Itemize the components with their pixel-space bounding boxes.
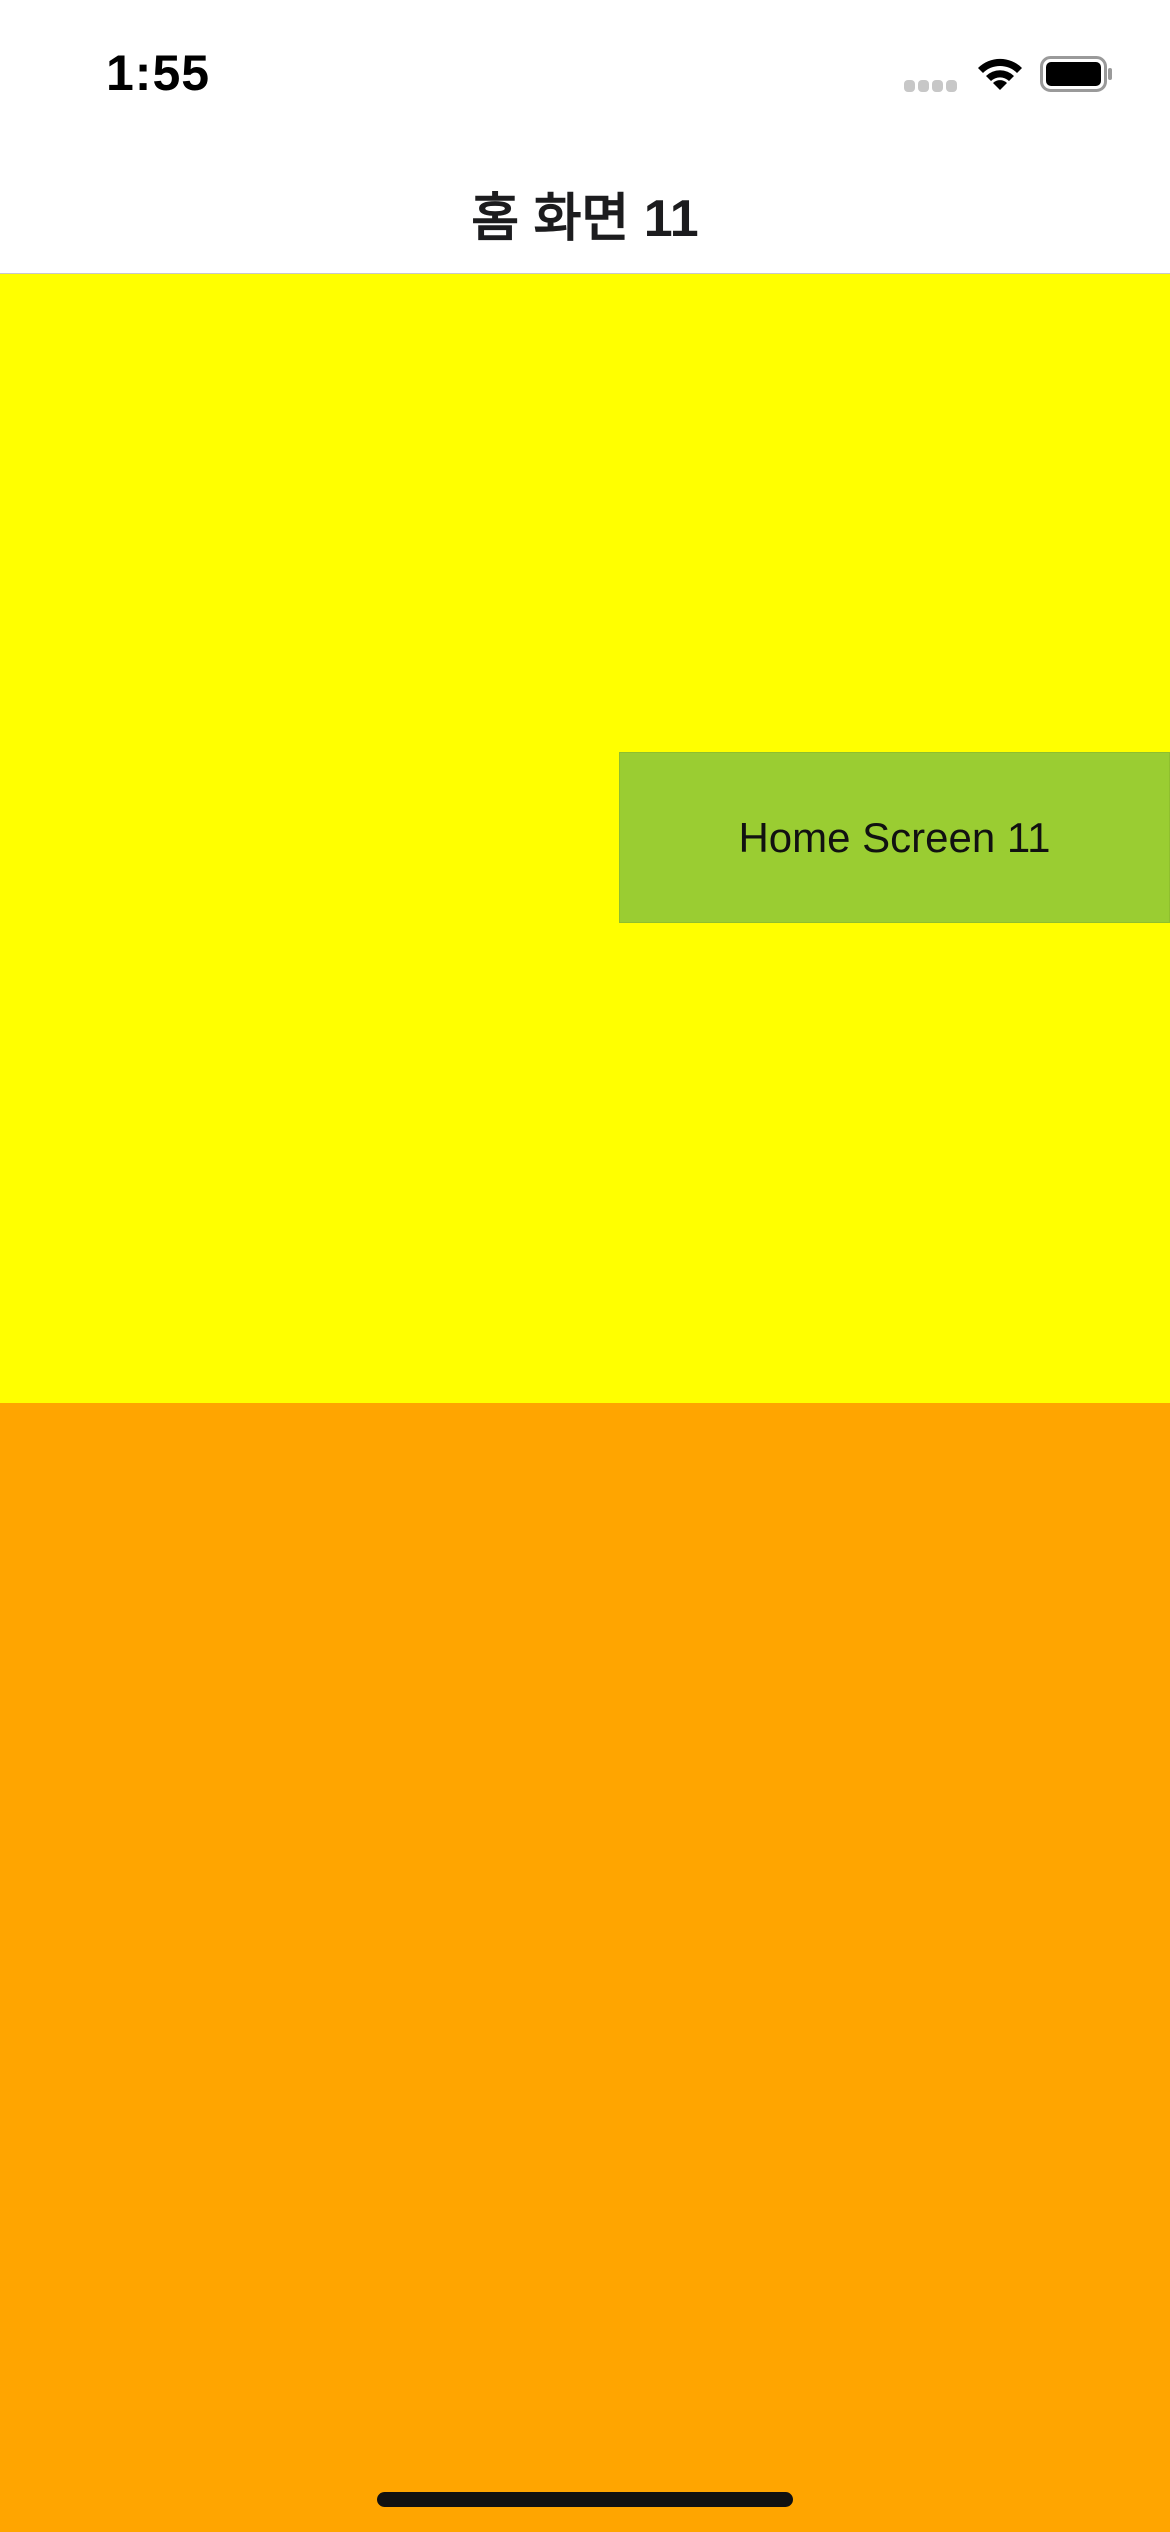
page-title: 홈 화면 11	[471, 190, 699, 248]
home-screen-label: Home Screen 11	[738, 813, 1051, 861]
status-time: 1:55	[106, 45, 211, 101]
app-screen: 1:55 홈 화면 11 Home Screen 11	[0, 0, 1170, 2532]
home-screen-label-box[interactable]: Home Screen 11	[619, 752, 1170, 923]
cellular-signal-icon	[904, 80, 960, 94]
status-bar: 1:55	[0, 0, 1170, 140]
bottom-content-area	[0, 1403, 1170, 2532]
navigation-bar: 홈 화면 11	[0, 140, 1170, 274]
wifi-icon	[978, 58, 1022, 90]
home-indicator[interactable]	[377, 2492, 793, 2507]
battery-icon	[1040, 56, 1112, 92]
